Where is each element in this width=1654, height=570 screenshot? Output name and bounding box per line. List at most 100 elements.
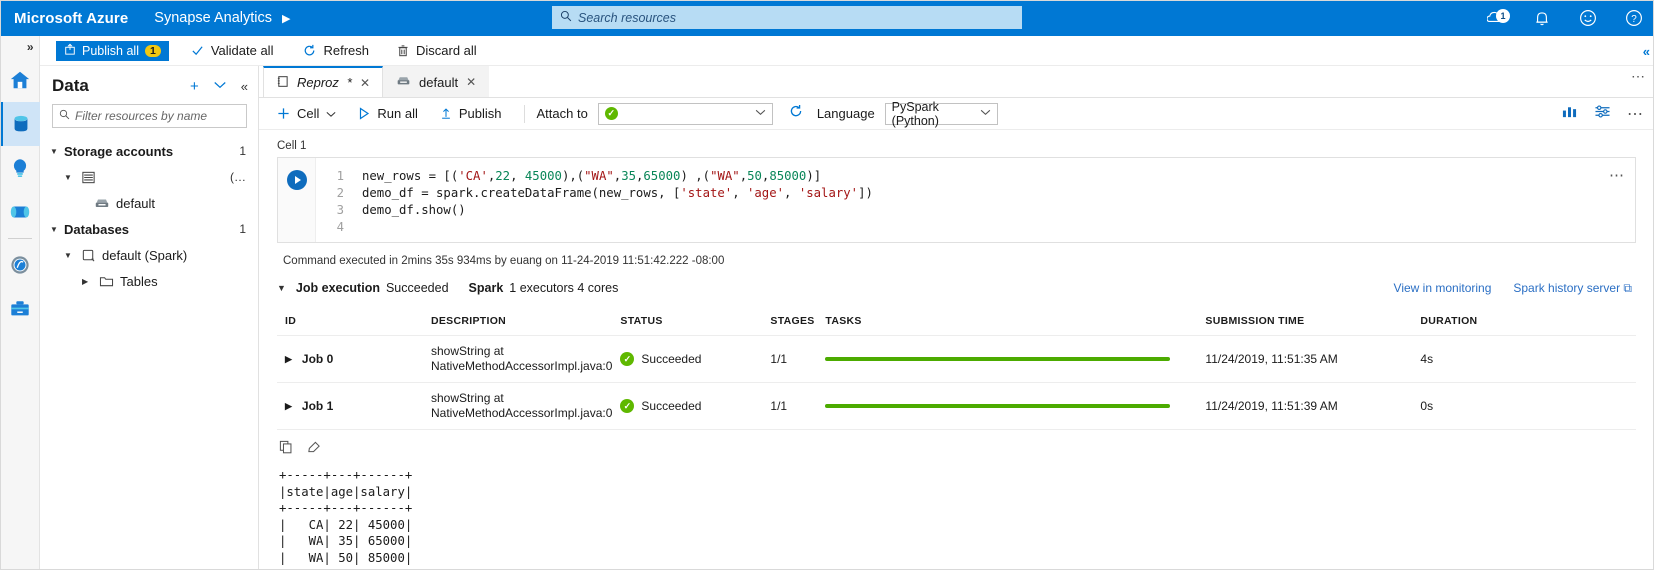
job-execution-status: Succeeded	[386, 281, 449, 295]
copy-icon[interactable]	[279, 440, 293, 457]
toolbox-icon	[9, 298, 31, 320]
dataframe-output: +-----+---+------+ |state|age|salary| +-…	[277, 461, 1636, 570]
restart-session-button[interactable]	[789, 104, 803, 123]
discard-all-button[interactable]: Discard all	[387, 39, 487, 62]
validate-all-button[interactable]: Validate all	[181, 39, 284, 62]
publish-all-button[interactable]: Publish all 1	[56, 41, 169, 61]
run-all-label: Run all	[377, 106, 417, 121]
tree-item-tables[interactable]: ▶ Tables	[40, 268, 258, 294]
settings-icon[interactable]	[1594, 104, 1611, 124]
rail-item-data[interactable]	[0, 102, 40, 146]
caret-down-icon: ▼	[64, 251, 78, 260]
rail-item-monitor[interactable]	[0, 243, 40, 287]
notebook-more-button[interactable]: ⋯	[1627, 104, 1644, 124]
jobs-table-header-row: ID DESCRIPTION STATUS STAGES TASKS SUBMI…	[277, 307, 1636, 336]
global-search[interactable]	[552, 6, 1022, 29]
job-description-cell: showString at NativeMethodAccessorImpl.j…	[427, 336, 616, 383]
spark-database-icon	[78, 248, 98, 263]
filter-resources-box[interactable]	[52, 104, 247, 128]
rail-item-home[interactable]	[0, 58, 40, 102]
spark-history-server-link[interactable]: Spark history server ⧉	[1513, 281, 1632, 296]
spark-detail: 1 executors 4 cores	[509, 281, 618, 295]
rail-item-manage[interactable]	[0, 287, 40, 331]
collapse-panel-button[interactable]: «	[1643, 44, 1650, 59]
column-header-stages: STAGES	[766, 307, 821, 336]
bell-icon[interactable]	[1532, 8, 1552, 28]
tree-item-default-spark[interactable]: ▼ default (Spark)	[40, 242, 258, 268]
tree-item-count: 1	[239, 144, 258, 158]
tree-item-default-container[interactable]: default	[40, 190, 258, 216]
tab-notebook-reproz[interactable]: Reproz * ✕	[263, 66, 383, 97]
tab-overflow-button[interactable]: ⋯	[1631, 68, 1646, 85]
rail-item-develop[interactable]	[0, 146, 40, 190]
tree-item-storage-account[interactable]: ▼ (…	[40, 164, 258, 190]
tree-item-databases[interactable]: ▼ Databases 1	[40, 216, 258, 242]
cell-run-gutter	[278, 158, 316, 242]
publish-button[interactable]: Publish	[430, 102, 512, 125]
run-cell-button[interactable]	[287, 170, 307, 190]
add-cell-button[interactable]: Cell	[267, 102, 346, 125]
outline-icon[interactable]	[1561, 104, 1578, 124]
table-row[interactable]: ▶ Job 0 showString at NativeMethodAccessor…	[277, 336, 1636, 383]
refresh-button[interactable]: Refresh	[293, 39, 379, 62]
caret-down-icon: ▼	[50, 225, 64, 234]
job-id-cell[interactable]: ▶ Job 0	[285, 352, 423, 366]
close-icon[interactable]: ✕	[466, 75, 476, 89]
column-header-duration: DURATION	[1416, 307, 1636, 336]
code-editor[interactable]: 1new_rows = [('CA',22, 45000),("WA",35,6…	[316, 158, 1635, 242]
publish-label: Publish	[459, 106, 502, 121]
breadcrumb[interactable]: Synapse Analytics ▶	[154, 10, 290, 26]
azure-brand[interactable]: Microsoft Azure	[0, 10, 128, 27]
tab-default-container[interactable]: default ✕	[383, 66, 489, 97]
job-submission-time-cell: 11/24/2019, 11:51:39 AM	[1201, 383, 1416, 430]
add-resource-button[interactable]: +	[190, 78, 199, 95]
search-icon	[560, 10, 572, 25]
job-status-label: Succeeded	[641, 352, 701, 366]
code-line: 3demo_df.show()	[316, 202, 1635, 219]
plus-icon	[277, 107, 290, 120]
language-dropdown[interactable]: PySpark (Python)	[885, 103, 998, 125]
caret-right-icon[interactable]: ▶	[285, 354, 292, 365]
rail-item-orchestrate[interactable]	[0, 190, 40, 234]
tree-item-storage-accounts[interactable]: ▼ Storage accounts 1	[40, 138, 258, 164]
storage-account-icon	[78, 170, 98, 185]
attach-to-dropdown[interactable]: ✓	[598, 103, 773, 125]
caret-down-icon[interactable]: ▼	[277, 283, 286, 293]
rail-expand-button[interactable]: »	[0, 36, 40, 58]
feedback-icon[interactable]	[1578, 8, 1598, 28]
tree-item-label: Tables	[120, 274, 258, 289]
job-links: View in monitoring Spark history server …	[1394, 281, 1632, 296]
discard-all-label: Discard all	[416, 43, 477, 58]
search-input[interactable]	[578, 11, 1014, 25]
filter-resources-input[interactable]	[75, 109, 240, 123]
command-status: Command executed in 2mins 35s 934ms by e…	[277, 243, 1636, 267]
code-cell[interactable]: 1new_rows = [('CA',22, 45000),("WA",35,6…	[277, 157, 1636, 243]
home-icon	[9, 69, 31, 91]
tab-label: default	[419, 75, 458, 90]
checkmark-icon	[191, 44, 204, 57]
database-icon	[10, 113, 32, 135]
output-toolbar	[277, 430, 1636, 461]
job-tasks-cell	[821, 383, 1201, 430]
line-number: 1	[316, 168, 362, 185]
table-row[interactable]: ▶Job 1showString at NativeMethodAccessor…	[277, 383, 1636, 430]
job-id-label: Job 0	[302, 352, 333, 366]
column-header-tasks: TASKS	[821, 307, 1201, 336]
play-icon	[358, 107, 370, 120]
notebook-cell-area: Cell 1 1new_rows = [('CA',22, 45000),("W…	[259, 130, 1654, 570]
clear-output-icon[interactable]	[307, 440, 321, 457]
more-actions-button[interactable]	[213, 78, 227, 95]
job-id-cell[interactable]: ▶Job 1	[285, 399, 423, 413]
close-icon[interactable]: ✕	[360, 76, 370, 90]
help-icon[interactable]: ?	[1624, 8, 1644, 28]
collapse-data-panel-button[interactable]: «	[241, 79, 248, 94]
data-tree: ▼ Storage accounts 1 ▼ (… default ▼	[40, 138, 258, 294]
column-header-status: STATUS	[616, 307, 766, 336]
cell-more-button[interactable]: ⋯	[1609, 166, 1625, 184]
caret-right-icon[interactable]: ▶	[285, 401, 292, 412]
run-all-button[interactable]: Run all	[348, 102, 427, 125]
spark-history-server-label: Spark history server	[1513, 281, 1620, 295]
cloud-shell-icon[interactable]: 1	[1486, 8, 1506, 28]
data-panel-header: Data + «	[40, 66, 258, 102]
view-in-monitoring-link[interactable]: View in monitoring	[1394, 281, 1492, 296]
